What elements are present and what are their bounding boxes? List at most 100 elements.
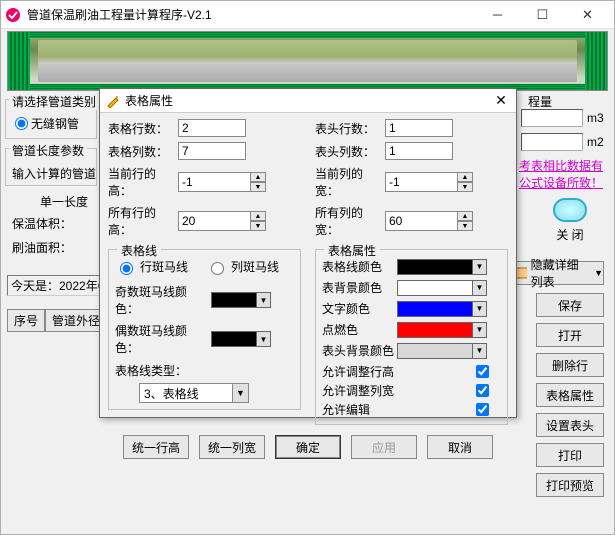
hdr-cols-input[interactable] bbox=[385, 142, 453, 160]
main-titlebar: 管道保温刷油工程量计算程序-V2.1 ─ ☐ ✕ bbox=[1, 1, 614, 29]
spin-down-icon[interactable]: ▼ bbox=[457, 182, 473, 192]
qty-m3-box[interactable] bbox=[521, 109, 583, 127]
spin-down-icon[interactable]: ▼ bbox=[250, 221, 266, 231]
unit-m3: m3 bbox=[587, 111, 604, 125]
dropdown-arrow-icon[interactable]: ▼ bbox=[256, 293, 270, 307]
radio-seamless-pipe[interactable]: 无缝钢管 bbox=[15, 115, 79, 132]
dialog-close-button[interactable]: ✕ bbox=[492, 92, 510, 110]
insul-vol-label: 保温体积： bbox=[9, 215, 75, 232]
dropdown-arrow-icon[interactable]: ▼ bbox=[472, 302, 486, 316]
note-link[interactable]: 考表相比数据有 公式设备所致！ bbox=[519, 157, 609, 191]
all-col-w-spinner[interactable]: ▲▼ bbox=[385, 211, 473, 231]
cur-col-w-spinner[interactable]: ▲▼ bbox=[385, 172, 473, 192]
close-button-area: 关 闭 bbox=[536, 198, 604, 243]
text-color[interactable]: ▼ bbox=[397, 301, 487, 317]
ok-button[interactable]: 确定 bbox=[275, 435, 341, 459]
dropdown-arrow-icon[interactable]: ▼ bbox=[472, 344, 486, 358]
all-row-h-label: 所有行的高： bbox=[108, 204, 174, 238]
rows-input[interactable] bbox=[178, 119, 246, 137]
spin-up-icon[interactable]: ▲ bbox=[250, 211, 266, 221]
dialog-titlebar: 表格属性 ✕ bbox=[100, 89, 516, 113]
dropdown-arrow-icon[interactable]: ▼ bbox=[472, 323, 486, 337]
radio-col-zebra[interactable]: 列斑马线 bbox=[206, 258, 279, 275]
dropdown-arrow-icon: ▼ bbox=[594, 268, 603, 278]
main-window: 管道保温刷油工程量计算程序-V2.1 ─ ☐ ✕ 请选择管道类别 无缝钢管 管道… bbox=[0, 0, 615, 535]
focus-color[interactable]: ▼ bbox=[397, 322, 487, 338]
spin-down-icon[interactable]: ▼ bbox=[457, 221, 473, 231]
allow-rowh-checkbox[interactable] bbox=[476, 365, 489, 378]
unify-rowh-button[interactable]: 统一行高 bbox=[123, 435, 189, 459]
allow-colw-checkbox[interactable] bbox=[476, 384, 489, 397]
even-zebra-label: 偶数斑马线颜色： bbox=[115, 322, 207, 356]
allow-edit-label: 允许编辑 bbox=[322, 401, 370, 418]
spin-down-icon[interactable]: ▼ bbox=[250, 182, 266, 192]
fs-qty-label: 程量 bbox=[525, 93, 555, 110]
rows-label: 表格行数： bbox=[108, 120, 174, 137]
unify-colw-button[interactable]: 统一列宽 bbox=[199, 435, 265, 459]
print-preview-button[interactable]: 打印预览 bbox=[536, 473, 604, 497]
gridline-color-label: 表格线颜色 bbox=[322, 258, 394, 275]
minimize-button[interactable]: ─ bbox=[475, 1, 520, 29]
hdr-rows-input[interactable] bbox=[385, 119, 453, 137]
close-button-label[interactable]: 关 闭 bbox=[556, 226, 583, 243]
header-bg-label: 表头背景颜色 bbox=[322, 342, 394, 359]
fs-grid-lines-label: 表格线 bbox=[117, 242, 161, 259]
set-header-button[interactable]: 设置表头 bbox=[536, 413, 604, 437]
table-props-button[interactable]: 表格属性 bbox=[536, 383, 604, 407]
unit-m2: m2 bbox=[587, 135, 604, 149]
radio-row-zebra[interactable]: 行斑马线 bbox=[115, 258, 188, 275]
dialog-body: 表格行数： 表格列数： 当前行的高：▲▼ 所有行的高：▲▼ 表头行数： 表头列数… bbox=[100, 113, 516, 467]
cancel-button[interactable]: 取消 bbox=[427, 435, 493, 459]
odd-zebra-color[interactable]: ▼ bbox=[211, 292, 271, 308]
all-row-h-spinner[interactable]: ▲▼ bbox=[178, 211, 266, 231]
table-header: 序号 管道外径 bbox=[7, 309, 107, 332]
allow-colw-label: 允许调整列宽 bbox=[322, 382, 394, 399]
close-window-button[interactable]: ✕ bbox=[565, 1, 610, 29]
dropdown-arrow-icon[interactable]: ▼ bbox=[472, 260, 486, 274]
hdr-rows-label: 表头行数： bbox=[315, 120, 381, 137]
fs-length-label: 管道长度参数 bbox=[9, 142, 87, 159]
spin-up-icon[interactable]: ▲ bbox=[250, 172, 266, 182]
length-input-label: 输入计算的管道 bbox=[9, 165, 99, 182]
hide-detail-button[interactable]: 隐藏详细列表 ▼ bbox=[514, 261, 604, 285]
right-button-column: 保存 打开 删除行 表格属性 设置表头 打印 打印预览 bbox=[536, 293, 604, 497]
focus-color-label: 点燃色 bbox=[322, 321, 394, 338]
line-type-combo[interactable]: 3、表格线▼ bbox=[139, 383, 249, 403]
gridline-color[interactable]: ▼ bbox=[397, 259, 487, 275]
wizard-icon bbox=[106, 94, 120, 108]
cols-input[interactable] bbox=[178, 142, 246, 160]
dropdown-arrow-icon[interactable]: ▼ bbox=[232, 384, 248, 402]
monitor-icon bbox=[553, 198, 587, 222]
maximize-button[interactable]: ☐ bbox=[520, 1, 565, 29]
dropdown-arrow-icon[interactable]: ▼ bbox=[256, 332, 270, 346]
bg-color-label: 表背景颜色 bbox=[322, 279, 394, 296]
allow-rowh-label: 允许调整行高 bbox=[322, 363, 394, 380]
open-button[interactable]: 打开 bbox=[536, 323, 604, 347]
spin-up-icon[interactable]: ▲ bbox=[457, 211, 473, 221]
all-col-w-label: 所有列的宽： bbox=[315, 204, 381, 238]
save-button[interactable]: 保存 bbox=[536, 293, 604, 317]
cur-row-h-label: 当前行的高： bbox=[108, 165, 174, 199]
even-zebra-color[interactable]: ▼ bbox=[211, 331, 271, 347]
allow-edit-checkbox[interactable] bbox=[476, 403, 489, 416]
col-seq: 序号 bbox=[7, 309, 45, 332]
qty-m2-box[interactable] bbox=[521, 133, 583, 151]
main-title: 管道保温刷油工程量计算程序-V2.1 bbox=[27, 6, 475, 23]
spin-up-icon[interactable]: ▲ bbox=[457, 172, 473, 182]
fs-pipe-type-label: 请选择管道类别 bbox=[9, 93, 99, 110]
banner-image bbox=[7, 31, 608, 91]
cur-row-h-spinner[interactable]: ▲▼ bbox=[178, 172, 266, 192]
header-bg-color[interactable]: ▼ bbox=[397, 343, 487, 359]
delete-row-button[interactable]: 删除行 bbox=[536, 353, 604, 377]
fs-table-props: 表格属性 表格线颜色▼ 表背景颜色▼ 文字颜色▼ 点燃色▼ 表头背景颜色▼ 允许… bbox=[315, 249, 508, 425]
cur-col-w-label: 当前列的宽： bbox=[315, 165, 381, 199]
bg-color[interactable]: ▼ bbox=[397, 280, 487, 296]
date-label: 今天是：2022年6 bbox=[7, 275, 108, 296]
dropdown-arrow-icon[interactable]: ▼ bbox=[472, 281, 486, 295]
apply-button[interactable]: 应用 bbox=[351, 435, 417, 459]
dialog-button-row: 统一行高 统一列宽 确定 应用 取消 bbox=[108, 435, 508, 459]
text-color-label: 文字颜色 bbox=[322, 300, 394, 317]
hdr-cols-label: 表头列数： bbox=[315, 143, 381, 160]
print-button[interactable]: 打印 bbox=[536, 443, 604, 467]
line-type-label: 表格线类型： bbox=[115, 362, 294, 379]
